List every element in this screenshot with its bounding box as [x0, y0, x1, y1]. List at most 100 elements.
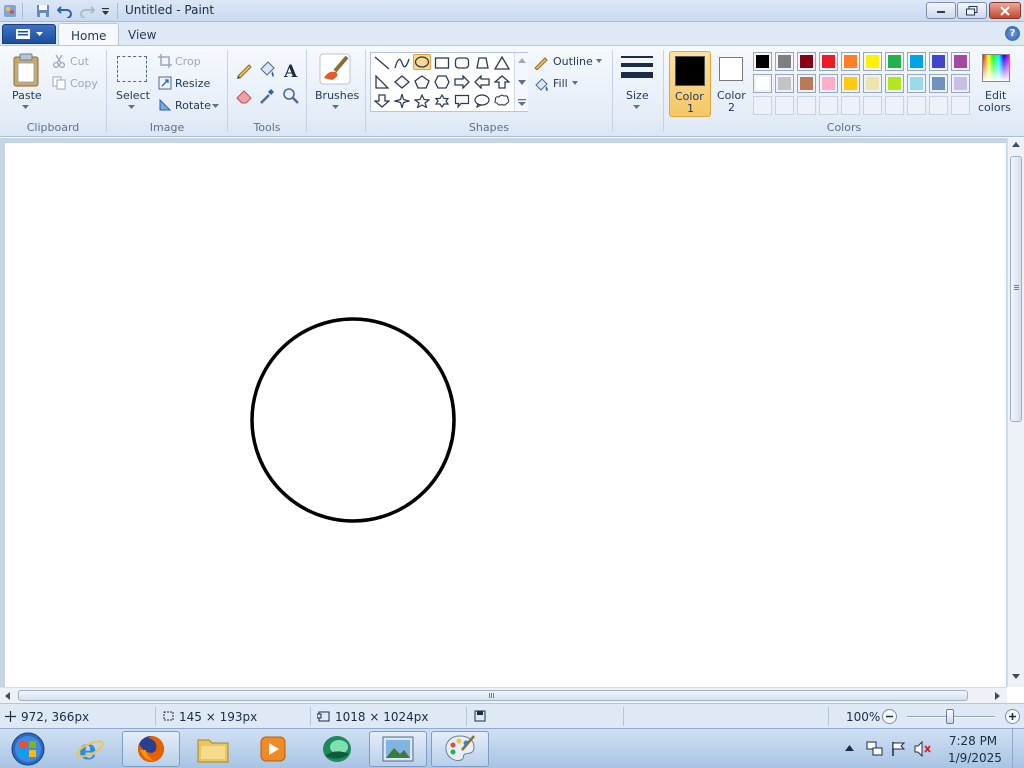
rectangle-shape-icon[interactable]	[433, 55, 451, 71]
color-swatch[interactable]	[885, 52, 904, 71]
color-swatch[interactable]	[841, 52, 860, 71]
line-shape-icon[interactable]	[373, 55, 391, 71]
color-swatch[interactable]	[775, 74, 794, 93]
edit-colors-button[interactable]: Edit colors	[978, 51, 1018, 117]
custom-color-slot[interactable]	[907, 96, 926, 115]
five-point-star-shape-icon[interactable]	[413, 93, 431, 109]
clock-date[interactable]: 1/9/2025	[948, 751, 1002, 765]
custom-color-slot[interactable]	[863, 96, 882, 115]
custom-color-slot[interactable]	[951, 96, 970, 115]
copy-button[interactable]: Copy	[70, 77, 98, 90]
color-swatch[interactable]	[819, 74, 838, 93]
color-swatch[interactable]	[797, 52, 816, 71]
action-center-flag-icon[interactable]	[891, 741, 907, 757]
color-swatch[interactable]	[907, 52, 926, 71]
color-swatch[interactable]	[753, 74, 772, 93]
outline-dropdown-icon[interactable]	[596, 59, 602, 63]
polygon-shape-icon[interactable]	[473, 55, 491, 71]
custom-color-slot[interactable]	[819, 96, 838, 115]
drawn-circle[interactable]	[250, 317, 456, 523]
hexagon-shape-icon[interactable]	[433, 74, 451, 90]
resize-button[interactable]: Resize	[175, 77, 210, 90]
redo-icon[interactable]	[78, 2, 96, 20]
zoom-in-button[interactable]	[1005, 709, 1020, 724]
paint-menu-button[interactable]	[2, 24, 56, 44]
customize-qat-icon[interactable]	[98, 2, 112, 20]
triangle-shape-icon[interactable]	[493, 55, 511, 71]
brushes-dropdown-icon[interactable]	[332, 105, 339, 109]
taskbar-paint[interactable]	[431, 731, 489, 767]
rotate-button[interactable]: Rotate	[175, 99, 211, 112]
color-swatch[interactable]	[841, 74, 860, 93]
tab-home[interactable]: Home	[58, 23, 120, 45]
color-swatch[interactable]	[885, 74, 904, 93]
help-icon[interactable]: ?	[1005, 26, 1020, 41]
paste-icon[interactable]	[10, 52, 42, 88]
left-arrow-shape-icon[interactable]	[473, 74, 491, 90]
minimize-button[interactable]	[926, 2, 956, 19]
select-button[interactable]: Select	[116, 89, 150, 102]
curve-shape-icon[interactable]	[393, 55, 411, 71]
color-swatch[interactable]	[775, 52, 794, 71]
fill-dropdown-icon[interactable]	[572, 81, 578, 85]
network-icon[interactable]	[866, 741, 884, 757]
color2-button[interactable]: Color 2	[714, 51, 750, 117]
vertical-scrollbar[interactable]	[1007, 138, 1024, 687]
color-swatch[interactable]	[951, 52, 970, 71]
color-swatch[interactable]	[929, 74, 948, 93]
cloud-callout-shape-icon[interactable]	[493, 93, 511, 109]
pentagon-shape-icon[interactable]	[413, 74, 431, 90]
color-swatch[interactable]	[863, 74, 882, 93]
custom-color-slot[interactable]	[929, 96, 948, 115]
outline-button[interactable]: Outline	[553, 55, 593, 68]
scroll-right-icon[interactable]	[995, 692, 1000, 700]
color-swatch[interactable]	[907, 74, 926, 93]
zoom-out-button[interactable]	[882, 709, 897, 724]
paint-app-icon[interactable]	[2, 2, 18, 20]
scroll-down-icon[interactable]	[1012, 674, 1020, 679]
oval-shape-icon[interactable]	[413, 54, 431, 70]
color1-button[interactable]: Color 1	[669, 51, 711, 117]
text-tool-icon[interactable]: A	[281, 60, 301, 80]
horizontal-scroll-thumb[interactable]	[18, 690, 968, 701]
show-hidden-icons-icon[interactable]	[845, 745, 854, 751]
close-button[interactable]	[989, 2, 1021, 19]
cut-button[interactable]: Cut	[70, 55, 89, 68]
six-point-star-shape-icon[interactable]	[433, 93, 451, 109]
restore-button[interactable]	[957, 2, 987, 19]
size-dropdown-icon[interactable]	[633, 105, 640, 109]
color-picker-icon[interactable]	[257, 86, 277, 106]
select-dropdown-icon[interactable]	[128, 105, 135, 109]
tab-view[interactable]: View	[116, 23, 168, 45]
color-swatch[interactable]	[797, 74, 816, 93]
up-arrow-shape-icon[interactable]	[493, 74, 511, 90]
diamond-shape-icon[interactable]	[393, 74, 411, 90]
taskbar-image-viewer[interactable]	[369, 731, 427, 767]
save-icon[interactable]	[34, 2, 52, 20]
scroll-left-icon[interactable]	[5, 692, 10, 700]
brushes-button[interactable]: Brushes	[315, 89, 359, 102]
expand-gallery-icon[interactable]	[518, 99, 526, 106]
rectangle-callout-shape-icon[interactable]	[453, 93, 471, 109]
color-swatch[interactable]	[951, 74, 970, 93]
rounded-rectangle-shape-icon[interactable]	[453, 55, 471, 71]
taskbar-app-green[interactable]	[308, 731, 366, 767]
start-button[interactable]	[0, 731, 56, 767]
taskbar-file-explorer[interactable]	[184, 731, 242, 767]
oval-callout-shape-icon[interactable]	[473, 93, 491, 109]
clock-time[interactable]: 7:28 PM	[948, 734, 998, 748]
down-arrow-shape-icon[interactable]	[373, 93, 391, 109]
eraser-icon[interactable]	[234, 86, 254, 106]
pencil-icon[interactable]	[234, 60, 254, 80]
show-desktop-button[interactable]	[1012, 729, 1024, 768]
brushes-icon[interactable]	[318, 52, 352, 86]
fill-button[interactable]: Fill	[553, 77, 568, 90]
taskbar-media-player[interactable]	[244, 731, 302, 767]
color-swatch[interactable]	[819, 52, 838, 71]
size-button[interactable]: Size	[626, 89, 649, 102]
size-icon[interactable]	[620, 54, 654, 82]
vertical-scroll-thumb[interactable]	[1010, 156, 1022, 422]
magnifier-icon[interactable]	[281, 86, 301, 106]
chevron-down-icon[interactable]	[518, 80, 526, 85]
custom-color-slot[interactable]	[775, 96, 794, 115]
